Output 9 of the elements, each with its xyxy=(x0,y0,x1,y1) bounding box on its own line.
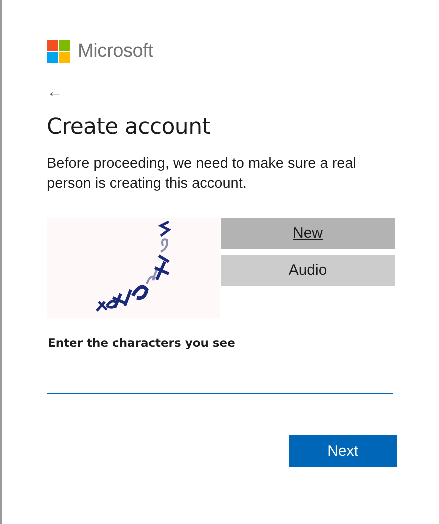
field-label: Enter the characters you see xyxy=(48,336,236,350)
next-button[interactable]: Next xyxy=(289,435,397,467)
logo-icon xyxy=(47,40,70,63)
audio-captcha-button[interactable]: Audio xyxy=(221,255,395,286)
brand-name: Microsoft xyxy=(78,40,154,62)
back-button[interactable]: ← xyxy=(47,83,63,103)
description-text: Before proceeding, we need to make sure a real person is creating this account. xyxy=(47,155,358,194)
new-captcha-button[interactable]: New xyxy=(221,218,395,249)
page-title: Create account xyxy=(47,115,212,140)
